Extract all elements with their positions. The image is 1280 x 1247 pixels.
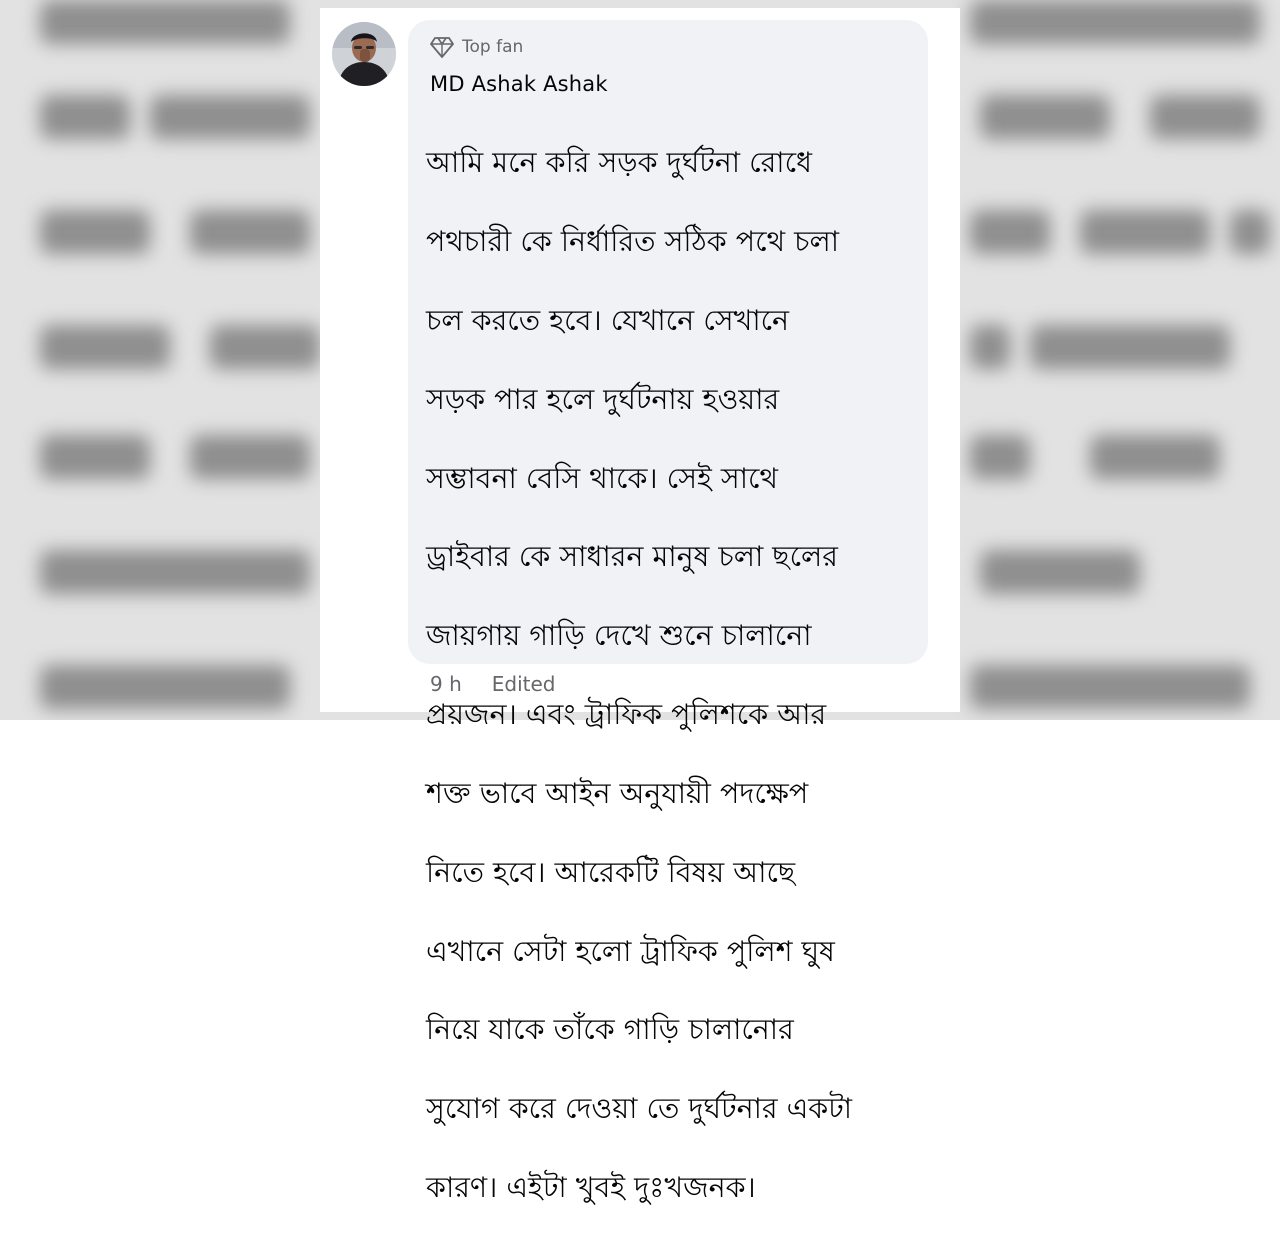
comment-line: শক্ত ভাবে আইন অনুযায়ী পদক্ষেপ: [426, 776, 809, 810]
comment-line: ড্রাইবার কে সাধারন মানুষ চলা ছলের: [426, 540, 838, 574]
comment-line: সম্ভাবনা বেসি থাকে। সেই সাথে: [426, 461, 778, 495]
comment-card: Top fan MD Ashak Ashak আমি মনে করি সড়ক …: [320, 8, 960, 1204]
comment-line: পথচারী কে নির্ধারিত সঠিক পথে চলা: [426, 225, 839, 259]
comment-line: চল করতে হবে। যেখানে সেখানে: [426, 304, 790, 338]
diamond-icon: [430, 36, 454, 58]
comment-line: জায়গায় গাড়ি দেখে শুনে চালানো: [426, 619, 812, 653]
avatar[interactable]: [332, 22, 396, 86]
comment-author[interactable]: MD Ashak Ashak: [430, 72, 608, 96]
comment-line: এখানে সেটা হলো ট্রাফিক পুলিশ ঘুষ: [426, 934, 835, 968]
comment-line: সুযোগ করে দেওয়া তে দুর্ঘটনার একটা: [426, 1092, 852, 1126]
top-fan-label: Top fan: [462, 37, 524, 57]
top-fan-badge[interactable]: Top fan: [430, 36, 523, 58]
comment-line: সড়ক পার হলে দুর্ঘটনায় হওয়ার: [426, 382, 780, 416]
comment-line: নিয়ে যাকে তাঁকে গাড়ি চালানোর: [426, 1013, 794, 1047]
comment-meta: 9 h Edited: [430, 672, 556, 696]
comment-line: প্রয়জন। এবং ট্রাফিক পুলিশকে আর: [426, 698, 827, 732]
comment-bubble: Top fan MD Ashak Ashak আমি মনে করি সড়ক …: [408, 20, 928, 1204]
edited-label[interactable]: Edited: [492, 672, 556, 696]
comment-timestamp[interactable]: 9 h: [430, 672, 462, 696]
comment-line: আমি মনে করি সড়ক দুর্ঘটনা রোধে: [426, 146, 813, 180]
comment-line: নিতে হবে। আরেকটি বিষয় আছে: [426, 855, 796, 889]
avatar-photo: [332, 22, 396, 86]
comment-line: কারণ। এইটা খুবই দুঃখজনক।: [426, 1170, 756, 1204]
